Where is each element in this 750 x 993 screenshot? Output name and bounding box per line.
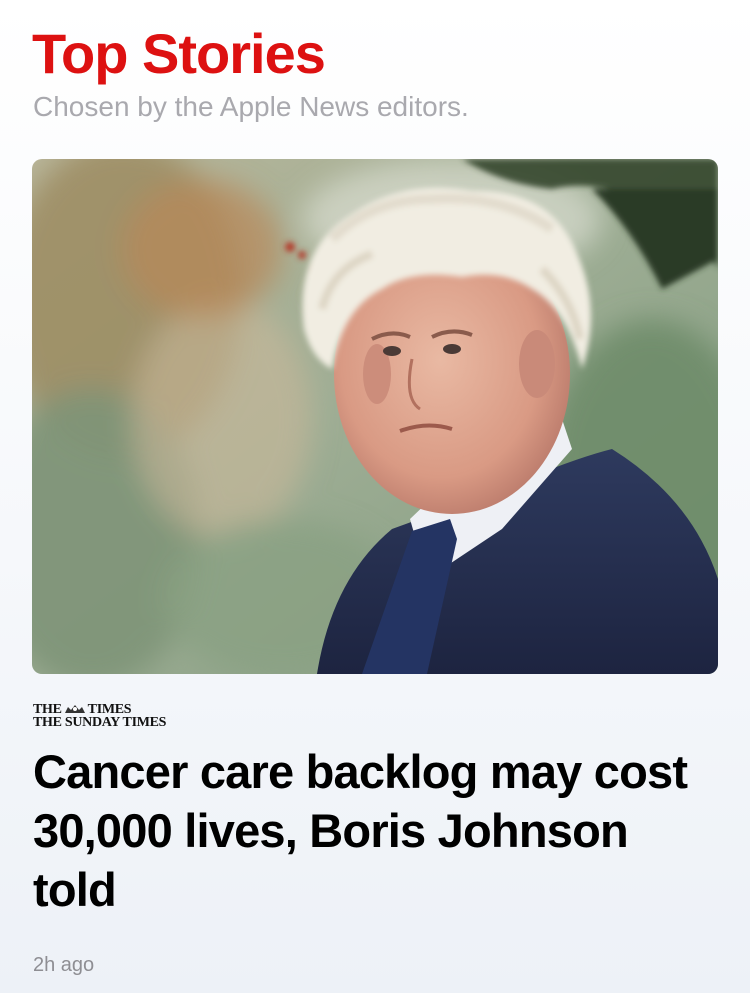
publisher-line-2: THE SUNDAY TIMES	[33, 715, 167, 730]
news-photo-icon	[32, 159, 718, 674]
publisher-logo: THE TIMES THE SUNDAY TIMES	[33, 703, 167, 730]
section-title: Top Stories	[32, 22, 326, 85]
royal-crest-icon	[64, 705, 85, 713]
article-headline[interactable]: Cancer care backlog may cost 30,000 live…	[33, 742, 693, 919]
article-hero-image[interactable]	[32, 159, 718, 674]
section-subtitle: Chosen by the Apple News editors.	[33, 91, 469, 122]
article-timestamp: 2h ago	[33, 954, 95, 976]
